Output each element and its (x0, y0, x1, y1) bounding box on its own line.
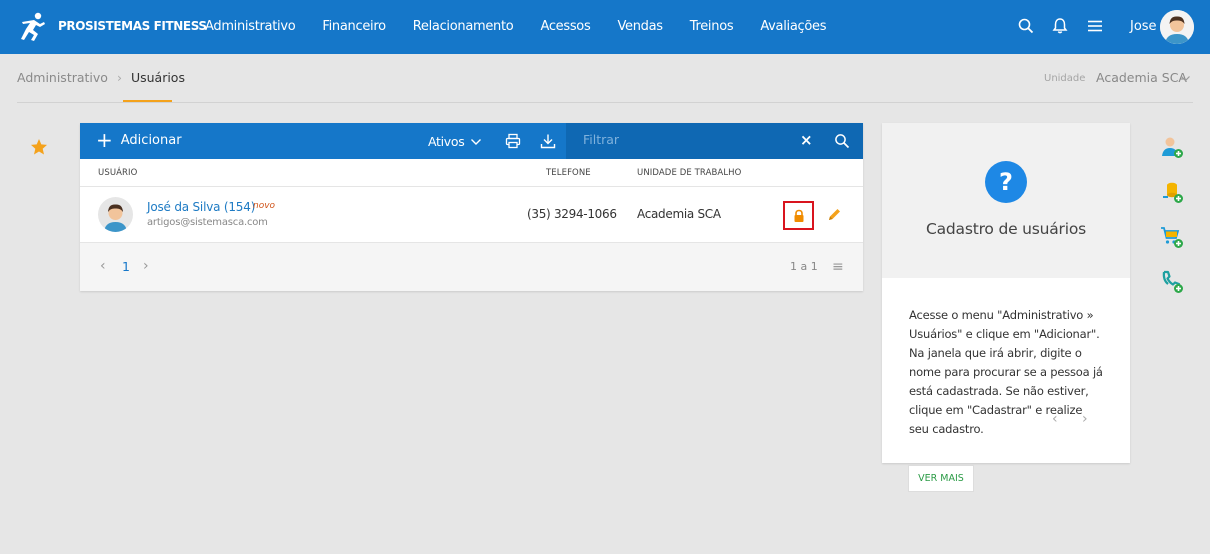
help-question-icon: ? (985, 161, 1027, 203)
unit-label: Unidade (1044, 73, 1086, 84)
pagination-menu-button[interactable]: ≡ (832, 259, 844, 275)
edit-pencil-icon[interactable] (826, 207, 842, 223)
row-phone: (35) 3294-1066 (527, 207, 617, 221)
avatar-icon (1160, 10, 1194, 44)
menu-icon[interactable] (1086, 17, 1104, 35)
nav-item-financeiro[interactable]: Financeiro (322, 19, 386, 34)
breadcrumb-current: Usuários (130, 70, 185, 85)
pagination-page[interactable]: 1 (122, 259, 130, 274)
column-header-unit[interactable]: UNIDADE DE TRABALHO (637, 168, 741, 178)
pagination-next-button[interactable]: › (143, 258, 149, 274)
column-header-user[interactable]: USUÁRIO (98, 168, 137, 178)
user-name[interactable]: Jose (1130, 19, 1157, 34)
pagination-count: 1 a 1 (790, 260, 818, 273)
download-icon[interactable] (540, 133, 556, 149)
row-avatar (98, 197, 133, 232)
add-call-icon[interactable] (1160, 270, 1184, 294)
plus-icon: + (96, 128, 113, 152)
pagination-prev-button[interactable]: ‹ (100, 258, 106, 274)
nav-item-vendas[interactable]: Vendas (617, 19, 663, 34)
unit-selector[interactable]: Academia SCA (1096, 70, 1187, 85)
nav-item-acessos[interactable]: Acessos (540, 19, 590, 34)
brand-name[interactable]: PROSISTEMAS FITNESS (58, 19, 207, 33)
search-icon[interactable] (834, 133, 850, 149)
add-user-icon[interactable] (1160, 135, 1184, 159)
breadcrumb-separator: › (116, 70, 122, 85)
top-bar: PROSISTEMAS FITNESS Administrativo Finan… (0, 0, 1210, 54)
nav-item-avaliacoes[interactable]: Avaliações (760, 19, 826, 34)
help-text: Acesse o menu "Administrativo » Usuários… (909, 308, 1103, 436)
help-title: Cadastro de usuários (925, 220, 1086, 238)
new-badge: novo (253, 201, 276, 211)
add-user-button[interactable]: + Adicionar (96, 128, 182, 152)
lock-user-button[interactable] (783, 201, 814, 230)
pagination: ‹ 1 › 1 a 1 ≡ (80, 243, 863, 291)
breadcrumb-divider (17, 102, 1193, 103)
row-unit: Academia SCA (637, 207, 721, 221)
filter-box: × (566, 123, 863, 159)
search-icon[interactable] (1017, 17, 1035, 35)
row-user-name[interactable]: José da Silva (154) (147, 200, 255, 214)
user-avatar[interactable] (1160, 10, 1194, 44)
avatar-icon (104, 204, 127, 232)
filter-input[interactable] (583, 132, 783, 147)
add-coins-icon[interactable] (1160, 180, 1184, 204)
breadcrumb-parent[interactable]: Administrativo (17, 70, 108, 85)
help-next-button[interactable]: › (1082, 411, 1088, 427)
status-filter-value: Ativos (428, 134, 465, 149)
help-header: ? Cadastro de usuários (882, 123, 1130, 278)
nav-item-treinos[interactable]: Treinos (690, 19, 734, 34)
favorite-star-icon[interactable] (30, 138, 48, 156)
row-user-email: artigos@sistemasca.com (147, 217, 268, 228)
users-toolbar: + Adicionar Ativos × (80, 123, 863, 159)
main-nav: Administrativo Financeiro Relacionamento… (205, 19, 853, 34)
table-row[interactable]: José da Silva (154) novo artigos@sistema… (80, 187, 863, 243)
add-cart-icon[interactable] (1160, 225, 1184, 249)
help-card: ? Cadastro de usuários Acesse o menu "Ad… (882, 123, 1130, 463)
add-user-label: Adicionar (120, 132, 182, 148)
chevron-down-icon (471, 138, 482, 145)
help-prev-button[interactable]: ‹ (1052, 411, 1058, 427)
nav-item-administrativo[interactable]: Administrativo (205, 19, 296, 34)
column-header-phone[interactable]: TELEFONE (546, 168, 591, 178)
status-filter-dropdown[interactable]: Ativos (428, 134, 482, 149)
see-more-button[interactable]: VER MAIS (908, 465, 974, 492)
nav-item-relacionamento[interactable]: Relacionamento (413, 19, 514, 34)
chevron-down-icon[interactable] (1180, 73, 1191, 84)
breadcrumb: Administrativo › Usuários (17, 70, 185, 85)
users-card: + Adicionar Ativos × USUÁRI (80, 123, 863, 291)
lock-icon (794, 209, 803, 222)
clear-filter-button[interactable]: × (800, 131, 813, 149)
logo-icon[interactable] (16, 10, 50, 44)
bell-icon[interactable] (1051, 17, 1069, 35)
print-icon[interactable] (505, 133, 521, 149)
